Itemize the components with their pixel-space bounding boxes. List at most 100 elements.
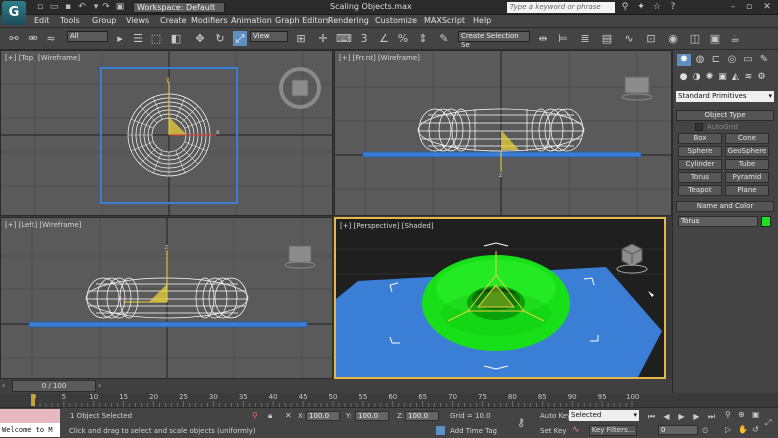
menu-customize[interactable]: Customize xyxy=(375,16,417,25)
geosphere-button[interactable]: GeoSphere xyxy=(725,146,769,157)
window-crossing-icon[interactable]: ◧ xyxy=(169,31,183,46)
hierarchy-tab-icon[interactable]: ⊏ xyxy=(709,54,723,66)
play-icon[interactable]: ▶ xyxy=(675,411,688,422)
schematic-view-icon[interactable]: ⊡ xyxy=(644,31,658,46)
viewcube-icon[interactable] xyxy=(619,69,655,105)
box-button[interactable]: Box xyxy=(678,133,722,144)
select-object-icon[interactable]: ▸ xyxy=(113,31,127,46)
time-configuration-icon[interactable]: ⏲ xyxy=(702,425,713,436)
object-color-swatch[interactable] xyxy=(761,216,771,227)
menu-tools[interactable]: Tools xyxy=(60,16,80,25)
auto-key-button[interactable]: Auto Key xyxy=(540,412,571,420)
edit-named-selections-icon[interactable]: ✎ xyxy=(437,31,451,46)
time-tag-icon[interactable] xyxy=(436,426,445,435)
select-and-scale-icon[interactable]: ⤢ xyxy=(233,31,247,46)
pan-view-icon[interactable]: ✋ xyxy=(738,425,748,435)
add-time-tag[interactable]: Add Time Tag xyxy=(450,427,497,435)
select-and-rotate-icon[interactable]: ↻ xyxy=(213,31,227,46)
menu-maxscript[interactable]: MAXScript xyxy=(424,16,465,25)
bind-space-warp-icon[interactable]: ≈ xyxy=(44,31,58,46)
object-name-input[interactable]: Torus xyxy=(678,216,758,227)
maximize-viewport-icon[interactable]: ⤢ xyxy=(765,418,777,430)
modify-tab-icon[interactable]: ◍ xyxy=(693,54,707,66)
named-selection-dropdown[interactable]: Create Selection Se xyxy=(458,31,530,49)
menu-create[interactable]: Create xyxy=(160,16,187,25)
material-editor-icon[interactable]: ◉ xyxy=(666,31,680,46)
previous-key-icon[interactable]: ◀ xyxy=(660,411,673,422)
menu-animation[interactable]: Animation xyxy=(231,16,272,25)
save-file-icon[interactable]: ▪ xyxy=(62,2,74,13)
time-marker[interactable] xyxy=(31,394,35,406)
geometry-icon[interactable]: ● xyxy=(678,72,689,83)
maxscript-listener[interactable]: Welcome to M xyxy=(0,423,60,437)
rendered-frame-window-icon[interactable]: ▣ xyxy=(708,31,722,46)
select-by-name-icon[interactable]: ☰ xyxy=(131,31,145,46)
maximize-icon[interactable]: ▫ xyxy=(742,1,756,13)
helpers-icon[interactable]: ◭ xyxy=(730,72,741,83)
pyramid-button[interactable]: Pyramid xyxy=(725,172,769,183)
menu-edit[interactable]: Edit xyxy=(34,16,50,25)
space-warps-icon[interactable]: ≋ xyxy=(743,72,754,83)
graphite-modeling-icon[interactable]: ▤ xyxy=(600,31,614,46)
redo-icon[interactable]: ↷ xyxy=(100,2,112,13)
viewport-front[interactable]: [+] [Front] [Wireframe] z xyxy=(334,50,672,216)
zoom-extents-icon[interactable]: ▣ xyxy=(752,410,762,420)
subscription-icon[interactable]: ✦ xyxy=(634,1,648,13)
select-and-move-icon[interactable]: ✥ xyxy=(193,31,207,46)
shapes-icon[interactable]: ◑ xyxy=(691,72,702,83)
layer-manager-icon[interactable]: ≣ xyxy=(578,31,592,46)
keyboard-shortcut-override-icon[interactable]: ⌨ xyxy=(336,31,352,46)
z-scale-input[interactable]: 100.0 xyxy=(405,411,439,421)
unlink-selection-icon[interactable]: ⚮ xyxy=(26,31,40,46)
help-search-input[interactable]: Type a keyword or phrase xyxy=(507,2,615,13)
name-and-color-rollout[interactable]: Name and Color xyxy=(676,201,774,212)
go-to-end-icon[interactable]: ⏭ xyxy=(705,411,718,422)
viewcube-icon[interactable] xyxy=(279,67,321,109)
y-scale-input[interactable]: 100.0 xyxy=(355,411,389,421)
viewcube-icon[interactable] xyxy=(614,239,650,275)
plane-button[interactable]: Plane xyxy=(725,185,769,196)
field-of-view-icon[interactable]: ▷ xyxy=(725,425,735,435)
display-tab-icon[interactable]: ▭ xyxy=(741,54,755,66)
go-to-start-icon[interactable]: ⏮ xyxy=(645,411,658,422)
new-file-icon[interactable]: ▫ xyxy=(34,2,46,13)
time-slider[interactable]: ‹ 0 / 100 › xyxy=(0,379,672,393)
isolate-selection-icon[interactable]: ⚲ xyxy=(252,411,261,420)
reference-coordinate-dropdown[interactable]: View xyxy=(250,31,288,42)
object-type-rollout[interactable]: Object Type xyxy=(676,110,774,121)
menu-views[interactable]: Views xyxy=(126,16,149,25)
viewcube-icon[interactable] xyxy=(283,238,319,274)
next-key-icon[interactable]: ▶ xyxy=(690,411,703,422)
absolute-mode-icon[interactable]: ✕ xyxy=(285,411,294,420)
cylinder-button[interactable]: Cylinder xyxy=(678,159,722,170)
render-setup-icon[interactable]: ◫ xyxy=(688,31,702,46)
spinner-snap-icon[interactable]: ⇕ xyxy=(416,31,430,46)
viewport-left[interactable]: [+] [Left] [Wireframe] z y xyxy=(0,217,333,379)
viewport-top[interactable]: [+] [Top] [Wireframe] y x xyxy=(0,50,333,216)
systems-icon[interactable]: ⚙ xyxy=(756,72,767,83)
angle-snap-icon[interactable]: ∠ xyxy=(377,31,391,46)
select-and-manipulate-icon[interactable]: ✛ xyxy=(316,31,330,46)
selection-filter-dropdown[interactable]: All xyxy=(67,31,108,42)
cameras-icon[interactable]: ▣ xyxy=(717,72,728,83)
search-icon[interactable]: ⚲ xyxy=(618,1,632,13)
track-bar[interactable]: 0510152025303540455055606570758085909510… xyxy=(0,393,672,407)
menu-graph-editors[interactable]: Graph Editors xyxy=(275,16,330,25)
create-tab-icon[interactable]: ✸ xyxy=(677,54,691,66)
open-file-icon[interactable]: ▭ xyxy=(48,2,60,13)
snaps-toggle-icon[interactable]: 3 xyxy=(357,31,371,46)
mirror-icon[interactable]: ⇹ xyxy=(536,31,550,46)
category-dropdown[interactable]: Standard Primitives ▾ xyxy=(676,91,774,102)
percent-snap-icon[interactable]: % xyxy=(396,31,410,46)
menu-help[interactable]: Help xyxy=(473,16,491,25)
key-icon[interactable]: ⚷ xyxy=(517,416,525,429)
frame-counter[interactable]: 0 / 100 xyxy=(12,380,96,392)
viewport-label[interactable]: [+] [Perspective] [Shaded] xyxy=(340,222,434,230)
sphere-button[interactable]: Sphere xyxy=(678,146,722,157)
workspace-dropdown[interactable]: Workspace: Default xyxy=(133,2,225,13)
previous-frame-icon[interactable]: ‹ xyxy=(2,381,12,391)
key-filters-button[interactable]: Key Filters... xyxy=(589,425,637,436)
close-icon[interactable]: ✕ xyxy=(760,1,774,13)
minimize-icon[interactable]: – xyxy=(726,1,740,13)
select-and-link-icon[interactable]: ⚯ xyxy=(7,31,21,46)
